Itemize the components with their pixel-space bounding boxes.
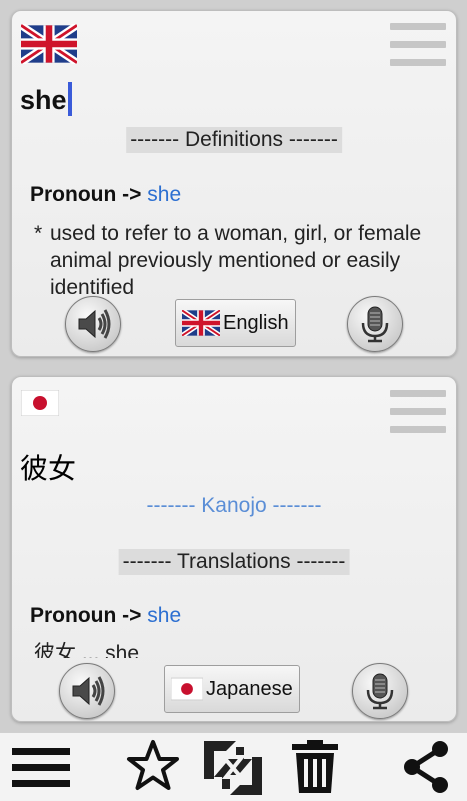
definition-text: used to refer to a woman, girl, or femal… (50, 222, 422, 296)
target-panel: 彼女 ------- Kanojo ------- ------- Transl… (11, 376, 457, 722)
target-menu-icon[interactable] (390, 390, 446, 444)
pos-label: Pronoun (30, 604, 117, 627)
trash-icon[interactable] (290, 739, 340, 795)
definitions-heading: ------- Definitions ------- (126, 127, 342, 153)
target-speak-button[interactable] (59, 663, 115, 719)
source-microphone-button[interactable] (347, 296, 403, 352)
speaker-icon (72, 676, 105, 706)
bottom-toolbar (0, 732, 467, 801)
target-language-button[interactable]: Japanese (164, 665, 300, 713)
pos-label: Pronoun (30, 183, 117, 206)
source-word-input[interactable]: she (20, 82, 72, 116)
source-speak-button[interactable] (65, 296, 121, 352)
source-language-label: English (223, 311, 289, 334)
swap-languages-icon[interactable] (200, 739, 266, 797)
target-word: 彼女 (20, 453, 77, 484)
source-word-text: she (20, 85, 67, 115)
pos-arrow: -> (122, 183, 142, 206)
speaker-icon (78, 309, 111, 339)
japan-flag-small-icon (171, 677, 203, 701)
source-menu-icon[interactable] (390, 23, 446, 77)
uk-flag-small-icon (182, 310, 220, 336)
text-cursor (67, 82, 72, 116)
uk-flag-icon[interactable] (21, 24, 77, 64)
translations-heading: ------- Translations ------- (118, 549, 350, 575)
pos-word-link[interactable]: she (147, 183, 181, 206)
pos-arrow: -> (122, 604, 142, 627)
share-icon[interactable] (398, 739, 454, 795)
translation-item: 彼女 ... she (34, 640, 438, 658)
menu-icon[interactable] (12, 739, 70, 795)
source-panel: she ------- Definitions ------- Pronoun … (11, 10, 457, 357)
source-part-of-speech: Pronoun -> she (30, 183, 181, 207)
star-icon[interactable] (124, 739, 182, 795)
japan-flag-icon[interactable] (21, 390, 59, 416)
definition-item: * used to refer to a woman, girl, or fem… (34, 220, 438, 296)
romanization-text: ------- Kanojo ------- (146, 494, 322, 517)
source-language-button[interactable]: English (175, 299, 296, 347)
target-language-label: Japanese (206, 677, 293, 700)
translation-text: 彼女 ... she (34, 642, 140, 658)
target-part-of-speech: Pronoun -> she (30, 604, 181, 628)
pos-word-link[interactable]: she (147, 604, 181, 627)
microphone-icon (366, 673, 394, 710)
definition-bullet: * (34, 222, 43, 245)
target-microphone-button[interactable] (352, 663, 408, 719)
microphone-icon (361, 306, 389, 343)
